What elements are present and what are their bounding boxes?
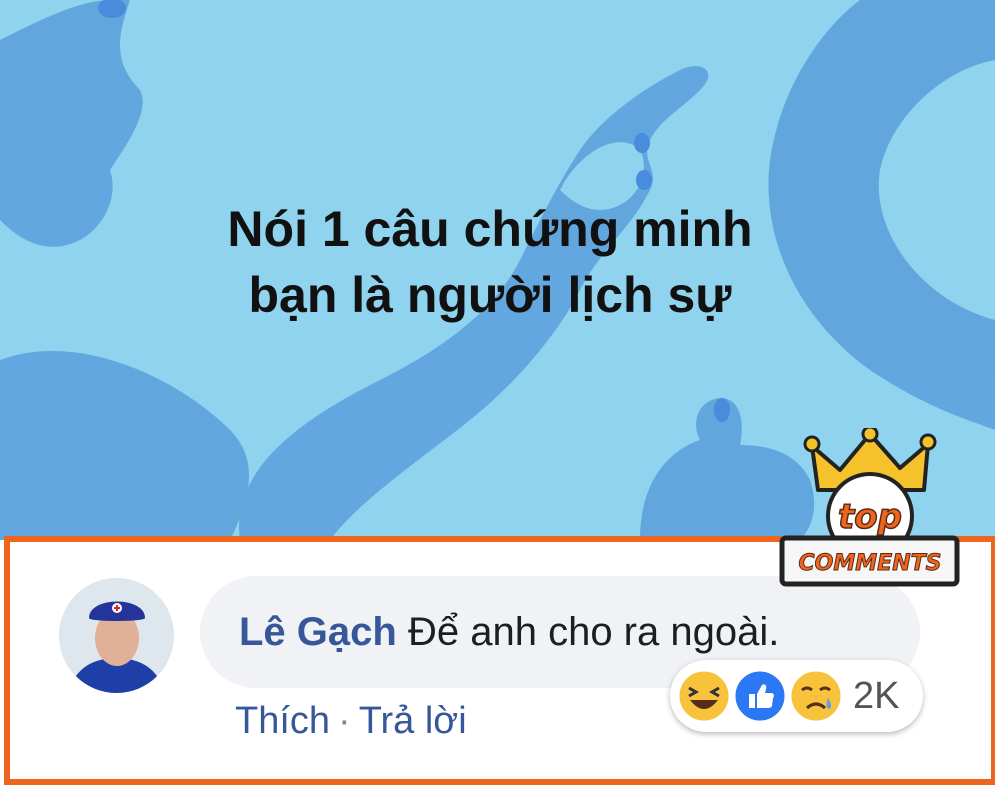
separator-dot: · <box>338 700 351 742</box>
reply-link[interactable]: Trả lời <box>359 700 467 742</box>
reaction-count: 2K <box>853 675 900 717</box>
meme-post: Nói 1 câu chứng minh bạn là người lịch s… <box>0 0 995 785</box>
comment-actions: Thích · Trả lời <box>235 700 467 743</box>
like-icon <box>732 668 788 724</box>
headline-line-1: Nói 1 câu chứng minh <box>227 201 753 257</box>
comment-text: Lê Gạch Để anh cho ra ngoài. <box>239 606 779 658</box>
headline: Nói 1 câu chứng minh bạn là người lịch s… <box>0 196 995 328</box>
like-link[interactable]: Thích <box>235 700 330 742</box>
reaction-summary[interactable]: 2K <box>670 660 923 732</box>
haha-icon <box>676 668 732 724</box>
comment-body: Để anh cho ra ngoài. <box>407 610 780 654</box>
avatar[interactable] <box>59 578 174 693</box>
avatar-photo <box>59 578 174 693</box>
top-comments-badge: top COMMENTS <box>779 428 960 587</box>
badge-top-text: top <box>838 497 902 537</box>
headline-line-2: bạn là người lịch sự <box>248 267 732 323</box>
badge-comments-text: COMMENTS <box>799 551 942 576</box>
comment-author[interactable]: Lê Gạch <box>239 610 397 654</box>
sad-icon <box>788 668 844 724</box>
